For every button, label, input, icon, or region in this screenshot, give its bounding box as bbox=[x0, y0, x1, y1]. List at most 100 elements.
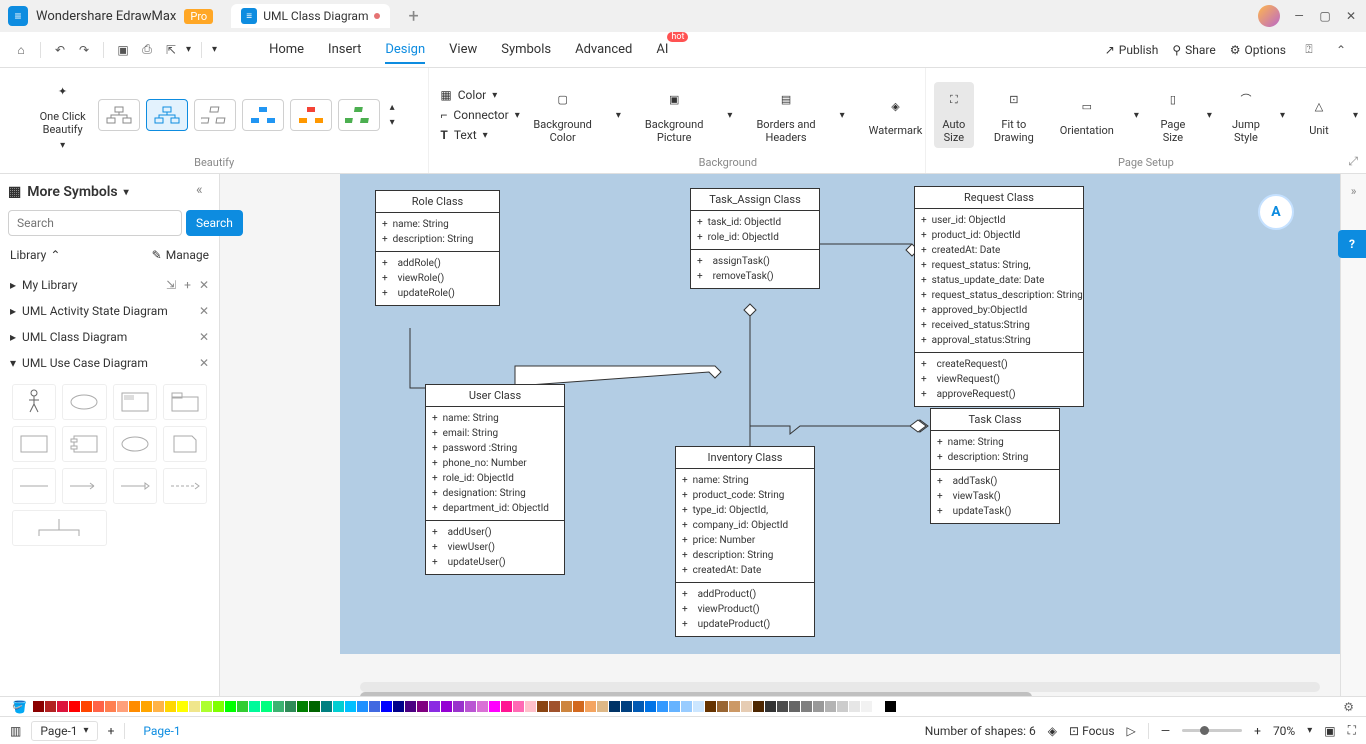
close-icon[interactable]: ✕ bbox=[1344, 9, 1358, 23]
color-swatch[interactable] bbox=[345, 701, 356, 712]
menu-advanced[interactable]: Advanced bbox=[575, 36, 632, 63]
color-swatch[interactable] bbox=[81, 701, 92, 712]
color-swatch[interactable] bbox=[525, 701, 536, 712]
color-swatch[interactable] bbox=[537, 701, 548, 712]
color-swatch[interactable] bbox=[741, 701, 752, 712]
color-swatch[interactable] bbox=[621, 701, 632, 712]
color-swatch[interactable] bbox=[849, 701, 860, 712]
add-page-button[interactable]: + bbox=[108, 724, 115, 738]
home-icon[interactable]: ⌂ bbox=[12, 41, 30, 59]
color-swatch[interactable] bbox=[873, 701, 884, 712]
color-swatch[interactable] bbox=[729, 701, 740, 712]
color-swatch[interactable] bbox=[441, 701, 452, 712]
lib-activity-diagram[interactable]: ▸ UML Activity State Diagram ✕ bbox=[8, 298, 211, 324]
color-swatch[interactable] bbox=[69, 701, 80, 712]
print-icon[interactable]: ⎙ bbox=[138, 41, 156, 59]
document-tab[interactable]: ≡ UML Class Diagram bbox=[231, 4, 390, 28]
orientation-button[interactable]: ▭Orientation bbox=[1054, 88, 1120, 141]
shape-ellipse[interactable] bbox=[113, 426, 157, 462]
color-swatch[interactable] bbox=[357, 701, 368, 712]
uml-user-class[interactable]: User Class + name: String + email: Strin… bbox=[425, 384, 565, 575]
fit-drawing-button[interactable]: ⊡Fit to Drawing bbox=[988, 82, 1040, 148]
options-button[interactable]: ⚙ Options bbox=[1230, 43, 1286, 57]
color-swatch[interactable] bbox=[105, 701, 116, 712]
unit-button[interactable]: △Unit bbox=[1299, 88, 1339, 141]
add-icon[interactable]: + bbox=[184, 278, 191, 292]
background-color-button[interactable]: ▢Background Color bbox=[527, 82, 597, 148]
shape-dashed-arrow[interactable] bbox=[163, 468, 207, 504]
shape-arrow[interactable] bbox=[62, 468, 106, 504]
close-section-icon[interactable]: ✕ bbox=[199, 356, 209, 370]
color-swatch[interactable] bbox=[765, 701, 776, 712]
unit-chevron-icon[interactable]: ▾ bbox=[1353, 110, 1358, 121]
zoom-in-button[interactable]: + bbox=[1254, 724, 1261, 738]
color-swatch[interactable] bbox=[297, 701, 308, 712]
save-icon[interactable]: ▣ bbox=[114, 41, 132, 59]
fit-page-icon[interactable]: ▣ bbox=[1324, 724, 1335, 738]
one-click-beautify-button[interactable]: ✦ One Click Beautify ▾ bbox=[34, 74, 92, 156]
color-swatch[interactable] bbox=[249, 701, 260, 712]
close-section-icon[interactable]: ✕ bbox=[199, 304, 209, 318]
play-icon[interactable]: ▷ bbox=[1127, 724, 1136, 738]
shape-open-arrow[interactable] bbox=[113, 468, 157, 504]
color-swatch[interactable] bbox=[609, 701, 620, 712]
shape-actor[interactable] bbox=[12, 384, 56, 420]
color-swatch[interactable] bbox=[213, 701, 224, 712]
horizontal-scrollbar[interactable] bbox=[360, 682, 1320, 692]
color-swatch[interactable] bbox=[489, 701, 500, 712]
text-dropdown[interactable]: T Text ▾ bbox=[440, 128, 519, 142]
color-swatch[interactable] bbox=[117, 701, 128, 712]
avatar[interactable] bbox=[1258, 5, 1280, 27]
layers-icon[interactable]: ◈ bbox=[1048, 724, 1057, 738]
zoom-level[interactable]: 70% bbox=[1273, 724, 1295, 738]
minimize-icon[interactable]: — bbox=[1292, 9, 1306, 23]
color-swatch[interactable] bbox=[861, 701, 872, 712]
uml-request-class[interactable]: Request Class + user_id: ObjectId + prod… bbox=[914, 186, 1084, 407]
color-swatch[interactable] bbox=[261, 701, 272, 712]
help-tab[interactable]: ? bbox=[1338, 230, 1366, 258]
menu-insert[interactable]: Insert bbox=[328, 36, 361, 63]
beautify-down-icon[interactable]: ▾ bbox=[390, 117, 395, 128]
beautify-style-6[interactable] bbox=[338, 99, 380, 131]
background-picture-button[interactable]: ▣Background Picture bbox=[639, 82, 709, 148]
color-swatch[interactable] bbox=[465, 701, 476, 712]
maximize-icon[interactable]: ▢ bbox=[1318, 9, 1332, 23]
bg-picture-chevron-icon[interactable]: ▾ bbox=[727, 110, 732, 121]
menu-ai[interactable]: AI hot bbox=[656, 36, 668, 63]
color-swatch[interactable] bbox=[333, 701, 344, 712]
color-swatch[interactable] bbox=[225, 701, 236, 712]
color-swatch[interactable] bbox=[549, 701, 560, 712]
undo-icon[interactable]: ↶ bbox=[51, 41, 69, 59]
color-swatch[interactable] bbox=[453, 701, 464, 712]
page-selector[interactable]: Page-1 ▾ bbox=[31, 721, 97, 741]
color-dropdown[interactable]: ▦ Color ▾ bbox=[440, 88, 519, 102]
color-swatch[interactable] bbox=[573, 701, 584, 712]
color-swatch[interactable] bbox=[777, 701, 788, 712]
export-icon[interactable]: ⇱ bbox=[162, 41, 180, 59]
shape-rect[interactable] bbox=[12, 426, 56, 462]
color-swatch[interactable] bbox=[645, 701, 656, 712]
menu-view[interactable]: View bbox=[449, 36, 477, 63]
manage-library-button[interactable]: ✎ Manage bbox=[152, 248, 209, 262]
color-swatch[interactable] bbox=[429, 701, 440, 712]
shape-system[interactable] bbox=[113, 384, 157, 420]
ai-assistant-button[interactable]: A bbox=[1258, 194, 1294, 230]
bg-color-chevron-icon[interactable]: ▾ bbox=[616, 110, 621, 121]
fill-bucket-icon[interactable]: 🪣 bbox=[12, 700, 26, 714]
page-size-chevron-icon[interactable]: ▾ bbox=[1207, 110, 1212, 121]
page-tab[interactable]: Page-1 bbox=[135, 724, 188, 738]
color-swatch[interactable] bbox=[657, 701, 668, 712]
uml-inventory-class[interactable]: Inventory Class + name: String + product… bbox=[675, 446, 815, 637]
auto-size-button[interactable]: ⛶Auto Size bbox=[934, 82, 974, 148]
color-swatch[interactable] bbox=[285, 701, 296, 712]
watermark-button[interactable]: ◈Watermark bbox=[863, 88, 929, 141]
color-swatch[interactable] bbox=[477, 701, 488, 712]
uml-task-assign-class[interactable]: Task_Assign Class + task_id: ObjectId + … bbox=[690, 188, 820, 289]
color-swatch[interactable] bbox=[669, 701, 680, 712]
color-swatch[interactable] bbox=[705, 701, 716, 712]
color-swatch[interactable] bbox=[633, 701, 644, 712]
color-swatch[interactable] bbox=[801, 701, 812, 712]
color-settings-icon[interactable]: ⚙ bbox=[1343, 700, 1354, 714]
shape-note[interactable] bbox=[163, 426, 207, 462]
beautify-style-4[interactable] bbox=[242, 99, 284, 131]
